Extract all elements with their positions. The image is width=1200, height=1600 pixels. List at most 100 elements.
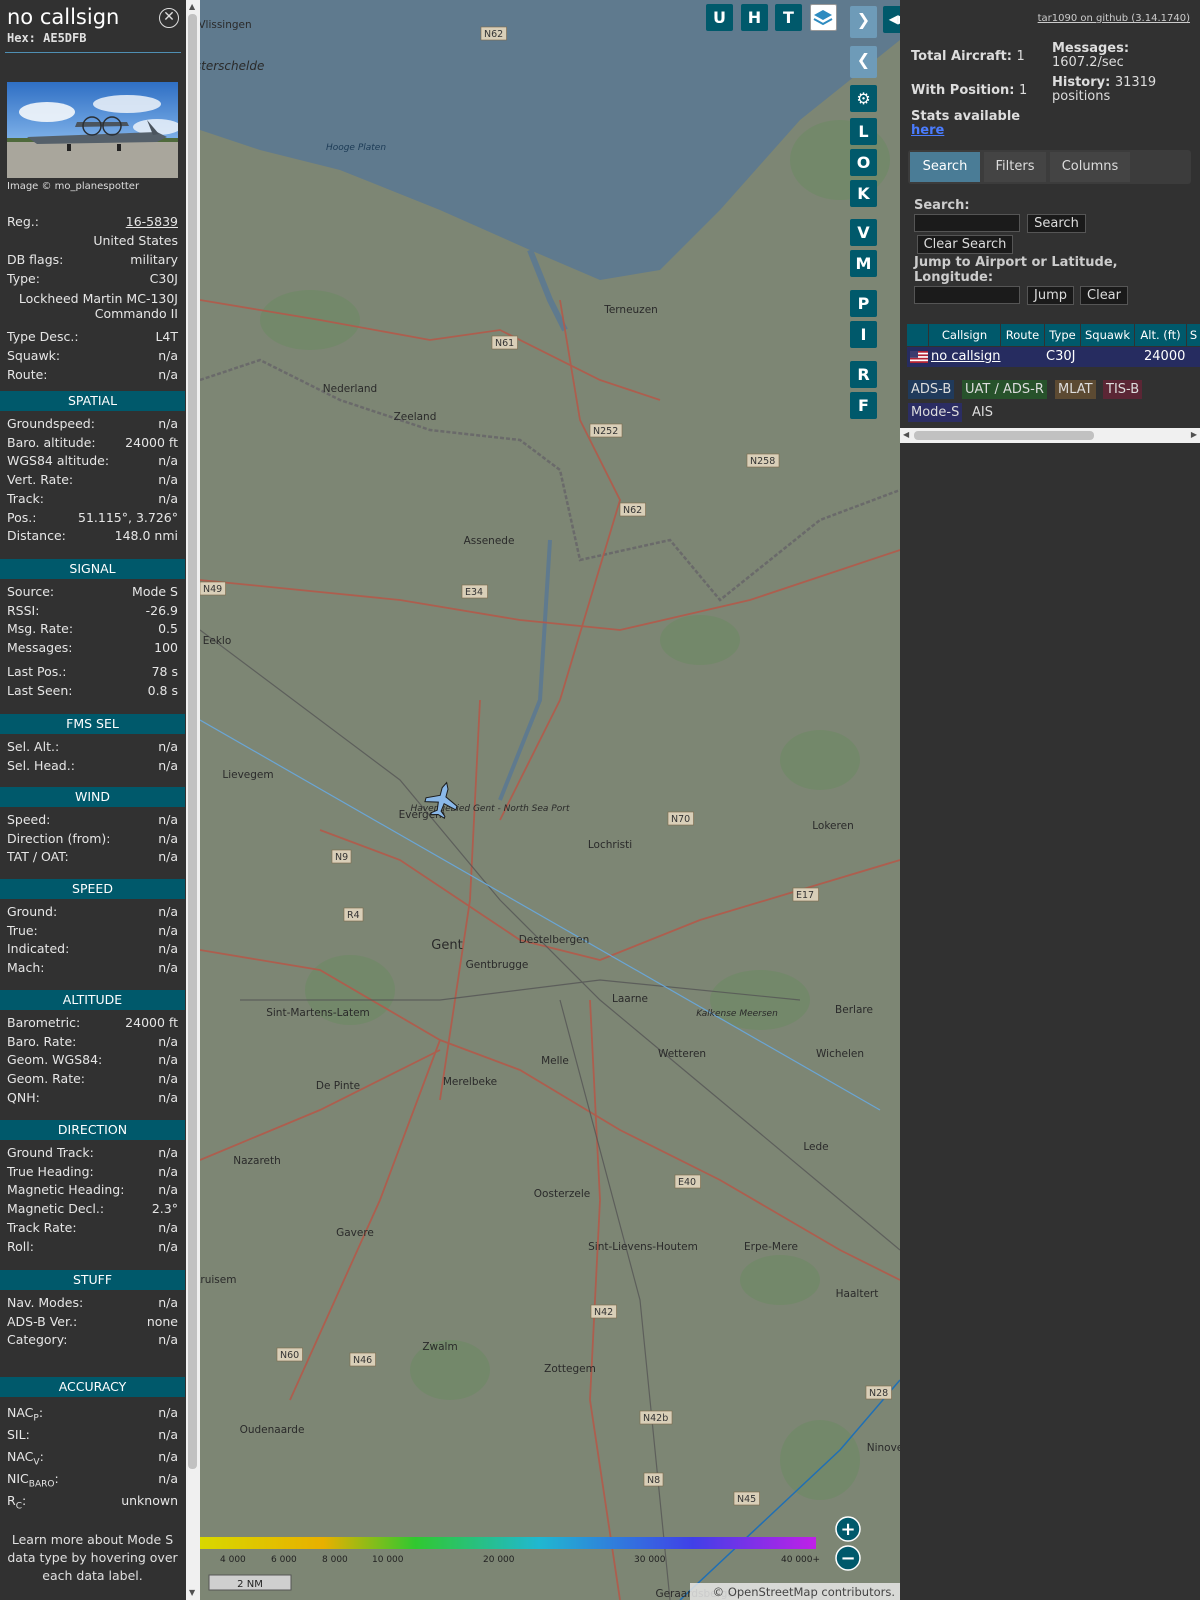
aircraft-photo[interactable] <box>7 82 178 178</box>
sidebar-scrollbar[interactable]: ▲ ▼ <box>186 0 200 1600</box>
close-icon[interactable]: ✕ <box>159 8 179 28</box>
label[interactable]: TAT / OAT: <box>7 849 69 864</box>
stats-link[interactable]: here <box>911 124 1020 138</box>
label[interactable]: True: <box>7 923 38 938</box>
label[interactable]: Track Rate: <box>7 1220 77 1235</box>
label[interactable]: Baro. altitude: <box>7 435 96 450</box>
column-header-route[interactable]: Route <box>1001 324 1045 346</box>
clear-button[interactable]: Clear <box>1080 286 1128 305</box>
chevron-right-icon[interactable]: ❯ <box>850 6 877 38</box>
label[interactable]: Last Pos.: <box>7 664 66 679</box>
toggle-k-button[interactable]: K <box>850 180 877 207</box>
map-view[interactable]: Vlissingen Terneuzen Nederland Zeeland A… <box>200 0 900 1600</box>
tab-search[interactable]: Search <box>910 152 980 182</box>
label[interactable]: NAC <box>7 1449 33 1464</box>
label[interactable]: Last Seen: <box>7 683 72 698</box>
registration-link[interactable]: 16-5839 <box>126 214 178 229</box>
label[interactable]: NIC <box>7 1471 29 1486</box>
label[interactable]: Ground: <box>7 904 57 919</box>
label[interactable]: Category: <box>7 1332 67 1347</box>
tab-filters[interactable]: Filters <box>984 152 1046 182</box>
toggle-t-button[interactable]: T <box>775 4 802 31</box>
label[interactable]: SIL: <box>7 1427 30 1442</box>
toggle-i-button[interactable]: I <box>850 321 877 348</box>
label[interactable]: Geom. WGS84: <box>7 1052 102 1067</box>
toggle-p-button[interactable]: P <box>850 290 877 317</box>
column-header-altitude[interactable]: Alt. (ft) <box>1135 324 1187 346</box>
label[interactable]: Track: <box>7 491 44 506</box>
label[interactable]: Roll: <box>7 1239 34 1254</box>
label[interactable]: Barometric: <box>7 1015 80 1030</box>
toggle-h-button[interactable]: H <box>741 4 768 31</box>
tab-columns[interactable]: Columns <box>1050 152 1130 182</box>
label[interactable]: Baro. Rate: <box>7 1034 76 1049</box>
label[interactable]: Distance: <box>7 528 66 543</box>
fms-row: Sel. Alt.: n/a <box>7 739 178 758</box>
label[interactable]: Magnetic Heading: <box>7 1182 124 1197</box>
table-horizontal-scrollbar[interactable]: ◀ ▶ <box>900 428 1200 443</box>
label[interactable]: Pos.: <box>7 510 36 525</box>
jump-input[interactable] <box>914 286 1020 304</box>
us-flag-icon <box>910 347 928 367</box>
toggle-o-button[interactable]: O <box>850 149 877 176</box>
label[interactable]: Speed: <box>7 812 50 827</box>
column-header-callsign[interactable]: Callsign <box>929 324 1001 346</box>
search-button[interactable]: Search <box>1027 214 1086 233</box>
source-badge-mlat[interactable]: MLAT <box>1055 380 1096 399</box>
value: n/a <box>158 490 178 506</box>
toggle-v-button[interactable]: V <box>850 219 877 246</box>
column-header-squawk[interactable]: Squawk <box>1081 324 1135 346</box>
label[interactable]: Magnetic Decl.: <box>7 1201 104 1216</box>
label[interactable]: Geom. Rate: <box>7 1071 85 1086</box>
source-badge-uat-ads-r[interactable]: UAT / ADS-R <box>962 380 1047 399</box>
map-canvas[interactable]: Vlissingen Terneuzen Nederland Zeeland A… <box>200 0 900 1600</box>
jump-button[interactable]: Jump <box>1027 286 1074 305</box>
label[interactable]: Sel. Head.: <box>7 758 75 773</box>
search-input[interactable] <box>914 214 1020 232</box>
toggle-l-button[interactable]: L <box>850 118 877 145</box>
column-header-type[interactable]: Type <box>1045 324 1081 346</box>
label[interactable]: Mach: <box>7 960 44 975</box>
label[interactable]: Messages: <box>7 640 73 655</box>
label[interactable]: WGS84 altitude: <box>7 453 109 468</box>
toggle-r-button[interactable]: R <box>850 361 877 388</box>
label[interactable]: R <box>7 1493 16 1508</box>
row-callsign-link[interactable]: no callsign <box>931 347 1001 367</box>
chevron-left-icon[interactable]: ❮ <box>850 46 877 78</box>
label[interactable]: Indicated: <box>7 941 69 956</box>
github-link[interactable]: tar1090 on github (3.14.1740) <box>1038 13 1190 24</box>
map-attribution[interactable]: © OpenStreetMap contributors. <box>713 1585 895 1599</box>
label[interactable]: Source: <box>7 584 54 599</box>
table-row[interactable]: no callsign C30J 24000 <box>907 347 1200 367</box>
source-badge-ads-b[interactable]: ADS-B <box>908 380 955 399</box>
label[interactable]: Groundspeed: <box>7 416 95 431</box>
label[interactable]: Nav. Modes: <box>7 1295 83 1310</box>
label[interactable]: True Heading: <box>7 1164 94 1179</box>
source-badge-tis-b[interactable]: TIS-B <box>1103 380 1143 399</box>
toggle-f-button[interactable]: F <box>850 392 877 419</box>
gear-icon[interactable]: ⚙ <box>850 85 877 112</box>
label[interactable]: Vert. Rate: <box>7 472 73 487</box>
layers-icon[interactable] <box>810 4 837 31</box>
flag-column-header[interactable] <box>907 324 929 346</box>
label[interactable]: NAC <box>7 1405 33 1420</box>
column-header-speed[interactable]: S <box>1187 324 1200 346</box>
spatial-row: Vert. Rate: n/a <box>7 472 178 491</box>
value: n/a <box>158 1071 178 1087</box>
direction-row: Magnetic Decl.: 2.3° <box>7 1201 178 1220</box>
source-badge-ais[interactable]: AIS <box>969 403 996 422</box>
label[interactable]: Direction (from): <box>7 831 111 846</box>
expand-toggle-icon[interactable]: ◀▶ <box>883 6 900 33</box>
label[interactable]: Msg. Rate: <box>7 621 73 636</box>
label[interactable]: Ground Track: <box>7 1145 94 1160</box>
toggle-m-button[interactable]: M <box>850 250 877 277</box>
map-place-label: Wichelen <box>816 1048 864 1060</box>
label[interactable]: Sel. Alt.: <box>7 739 59 754</box>
source-badge-mode-s[interactable]: Mode-S <box>908 403 963 422</box>
label[interactable]: ADS-B Ver.: <box>7 1314 77 1329</box>
clear-search-button[interactable]: Clear Search <box>917 235 1013 254</box>
label[interactable]: QNH: <box>7 1090 40 1105</box>
toggle-u-button[interactable]: U <box>706 4 733 31</box>
label[interactable]: RSSI: <box>7 603 39 618</box>
map-place-label: Haaltert <box>836 1288 879 1300</box>
